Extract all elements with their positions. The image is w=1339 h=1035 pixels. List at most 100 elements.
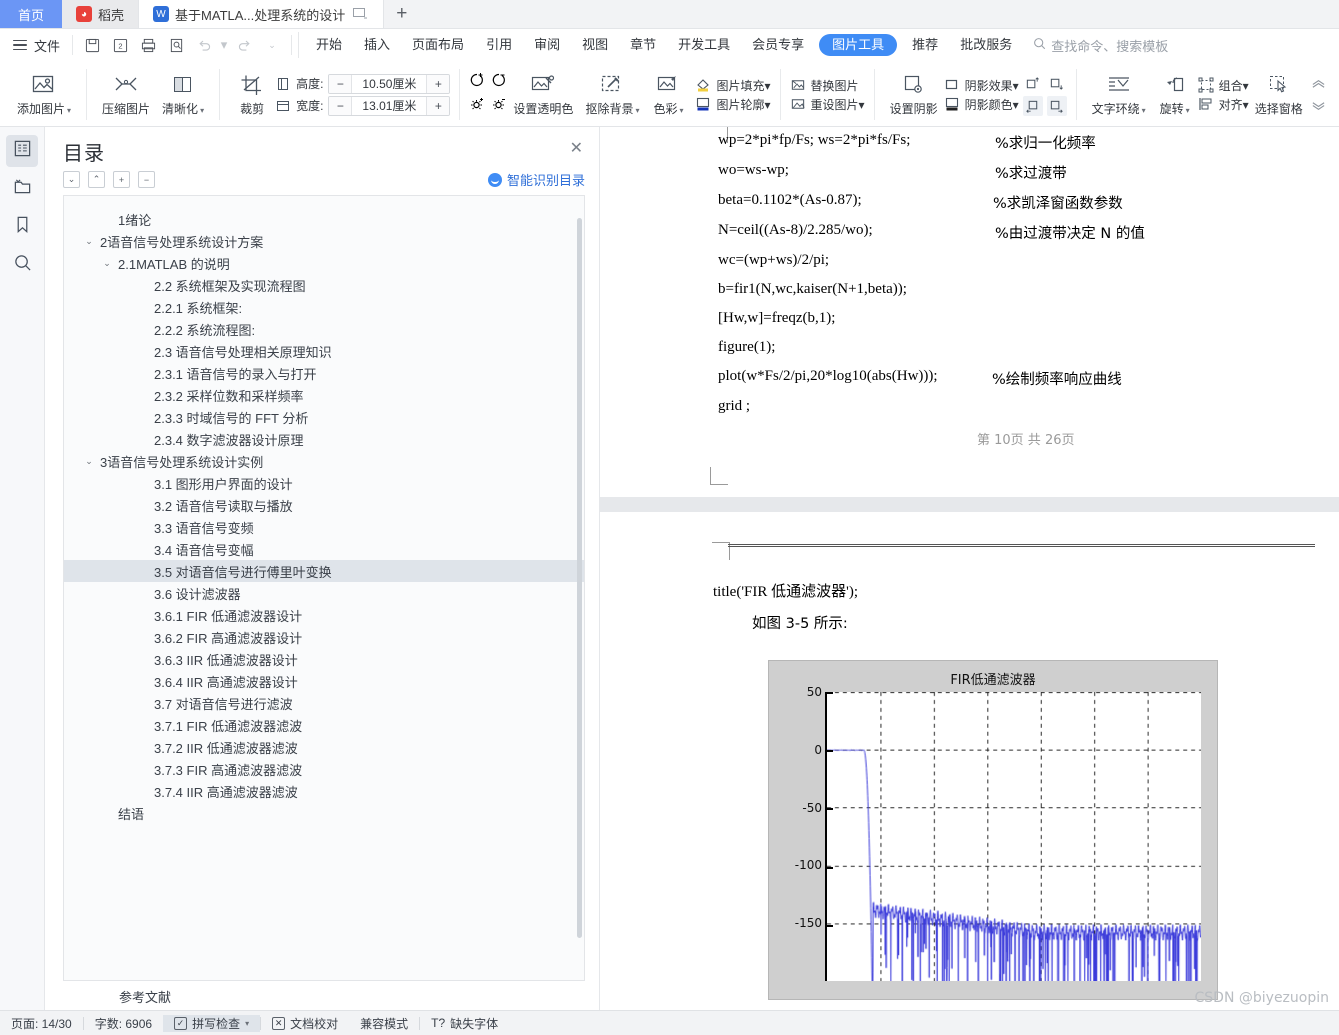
outline-item[interactable]: 3.6 设计滤波器 [64,582,584,604]
command-search[interactable]: 查找命令、搜索模板 [1033,36,1168,55]
collapse-all-button[interactable]: − [138,171,155,188]
outline-item[interactable]: 3.1 图形用户界面的设计 [64,472,584,494]
compress-picture-button[interactable]: 压缩图片 [96,63,156,126]
text-wrap-button[interactable]: 文字环绕 ▾ [1086,63,1152,126]
status-compat-mode[interactable]: 兼容模式 [349,1015,419,1032]
shadow-effect-row[interactable]: 阴影效果▾ [944,77,1019,94]
status-words[interactable]: 字数: 6906 [84,1015,163,1032]
outline-item[interactable]: 3.6.3 IIR 低通滤波器设计 [64,648,584,670]
height-decrement-button[interactable]: − [329,74,352,93]
outline-item[interactable]: 3.6.1 FIR 低通滤波器设计 [64,604,584,626]
outline-item[interactable]: 2.2.2 系统流程图: [64,318,584,340]
group-row[interactable]: 组合▾ [1198,77,1249,94]
crop-button[interactable]: 裁剪 [229,63,275,126]
outline-scrollbar[interactable] [577,218,582,938]
tab-section[interactable]: 章节 [619,32,667,58]
outline-item[interactable]: 3.7.3 FIR 高通滤波器滤波 [64,758,584,780]
height-increment-button[interactable]: + [427,74,450,93]
print-preview-icon[interactable] [163,34,189,56]
status-missing-font[interactable]: T? 缺失字体 [420,1015,509,1032]
reset-picture-row[interactable]: 重设图片▾ [790,96,865,113]
undo-icon[interactable] [191,34,217,56]
matlab-figure[interactable]: FIR低通滤波器 50 0 -50 -100 -150 [768,660,1218,1000]
brightness-down-icon[interactable] [491,96,507,117]
add-picture-button[interactable]: 添加图片 ▾ [11,63,77,126]
rotate-button[interactable]: 旋转 ▾ [1152,63,1198,126]
tab-recommend[interactable]: 推荐 [901,32,949,58]
expand-down-button[interactable]: ⌄ [63,171,80,188]
outline-item[interactable]: 2.2 系统框架及实现流程图 [64,274,584,296]
outline-item[interactable]: 3.7.2 IIR 低通滤波器滤波 [64,736,584,758]
width-decrement-button[interactable]: − [329,96,352,115]
outline-item[interactable]: 结语 [64,802,584,824]
set-shadow-button[interactable]: 设置阴影 [884,63,944,126]
outline-item[interactable]: ⌄ 3语音信号处理系统设计实例 [64,450,584,472]
close-icon[interactable]: ✕ [566,137,587,161]
outline-item[interactable]: 2.3 语音信号处理相关原理知识 [64,340,584,362]
bring-forward-icon[interactable] [1309,73,1329,93]
outline-item[interactable]: 3.7.4 IIR 高通滤波器滤波 [64,780,584,802]
chevron-down-icon[interactable]: ⌄ [82,456,96,467]
outline-item[interactable]: 3.5 对语音信号进行傅里叶变换 [64,560,584,582]
picture-fill-row[interactable]: 图片填充▾ [695,77,771,94]
outline-item[interactable]: ⌄ 2语音信号处理系统设计方案 [64,230,584,252]
shadow-nudge-right-icon[interactable] [1046,96,1067,116]
rail-outline-button[interactable] [6,135,38,167]
status-page[interactable]: 页面: 14/30 [0,1015,83,1032]
document-viewport[interactable]: wp=2*pi*fp/Fs; ws=2*pi*fs/Fs; %求归一化频率 wo… [600,127,1339,1010]
tab-start[interactable]: 开始 [298,32,353,58]
redo-icon[interactable] [231,34,257,56]
shadow-color-row[interactable]: 阴影颜色▾ [944,96,1019,113]
tab-view[interactable]: 视图 [571,32,619,58]
outline-item[interactable]: 3.2 语音信号读取与播放 [64,494,584,516]
remove-background-button[interactable]: 抠除背景 ▾ [579,63,645,126]
outline-item[interactable]: 3.6.4 IIR 高通滤波器设计 [64,670,584,692]
rail-search-button[interactable] [6,249,38,281]
rotate-contrast-up-icon[interactable] [469,72,485,93]
outline-item[interactable]: 1绪论 [64,208,584,230]
outline-item[interactable]: 2.3.3 时域信号的 FFT 分析 [64,406,584,428]
width-value[interactable]: 13.01厘米 [351,96,428,115]
brightness-up-icon[interactable] [469,96,485,117]
outline-item[interactable]: 2.3.1 语音信号的录入与打开 [64,362,584,384]
outline-item[interactable]: ⌄ 2.1MATLAB 的说明 [64,252,584,274]
outline-item[interactable]: 2.3.2 采样位数和采样频率 [64,384,584,406]
set-transparent-color-button[interactable]: 设置透明色 [507,63,579,126]
outline-item[interactable]: 3.7.1 FIR 低通滤波器滤波 [64,714,584,736]
undo-dropdown-icon[interactable]: ▾ [219,34,229,56]
chevron-down-icon[interactable]: ⌄ [82,236,96,247]
send-backward-icon[interactable] [1309,96,1329,116]
rail-bookmark-button[interactable] [6,211,38,243]
picture-outline-row[interactable]: 图片轮廓▾ [695,96,771,113]
status-proofread[interactable]: ✕ 文档校对 [261,1015,349,1032]
shadow-nudge-up-icon[interactable] [1023,73,1043,93]
outline-item[interactable]: 3.4 语音信号变幅 [64,538,584,560]
shadow-nudge-down-icon[interactable] [1047,73,1067,93]
expand-all-button[interactable]: + [113,171,130,188]
tab-references[interactable]: 引用 [475,32,523,58]
height-value[interactable]: 10.50厘米 [351,74,428,93]
color-button[interactable]: 色彩 ▾ [645,63,691,126]
cast-screen-icon[interactable] [351,5,369,23]
rail-thumbnail-button[interactable] [6,173,38,205]
customize-qat-icon[interactable]: ⌄ [259,34,285,56]
smart-outline-button[interactable]: 智能识别目录 [487,170,585,189]
tab-page-layout[interactable]: 页面布局 [401,32,475,58]
collapse-up-button[interactable]: ⌃ [88,171,105,188]
width-increment-button[interactable]: + [427,96,450,115]
outline-item[interactable]: 3.7 对语音信号进行滤波 [64,692,584,714]
width-stepper[interactable]: − 13.01厘米 + [328,95,451,116]
align-row[interactable]: 对齐▾ [1198,96,1249,113]
save-as-icon[interactable]: 2 [107,34,133,56]
outline-item[interactable]: 2.3.4 数字滤波器设计原理 [64,428,584,450]
status-spellcheck[interactable]: ✓ 拼写检查 ▾ [163,1014,261,1032]
outline-item[interactable]: 3.3 语音信号变频 [64,516,584,538]
replace-picture-row[interactable]: 替换图片 [790,77,865,94]
file-menu-button[interactable]: 文件 [0,36,72,55]
tab-member[interactable]: 会员专享 [741,32,815,58]
save-icon[interactable] [79,34,105,56]
print-icon[interactable] [135,34,161,56]
tab-correction-service[interactable]: 批改服务 [949,32,1023,58]
rotate-contrast-down-icon[interactable] [491,72,507,93]
chevron-down-icon[interactable]: ⌄ [100,258,114,269]
